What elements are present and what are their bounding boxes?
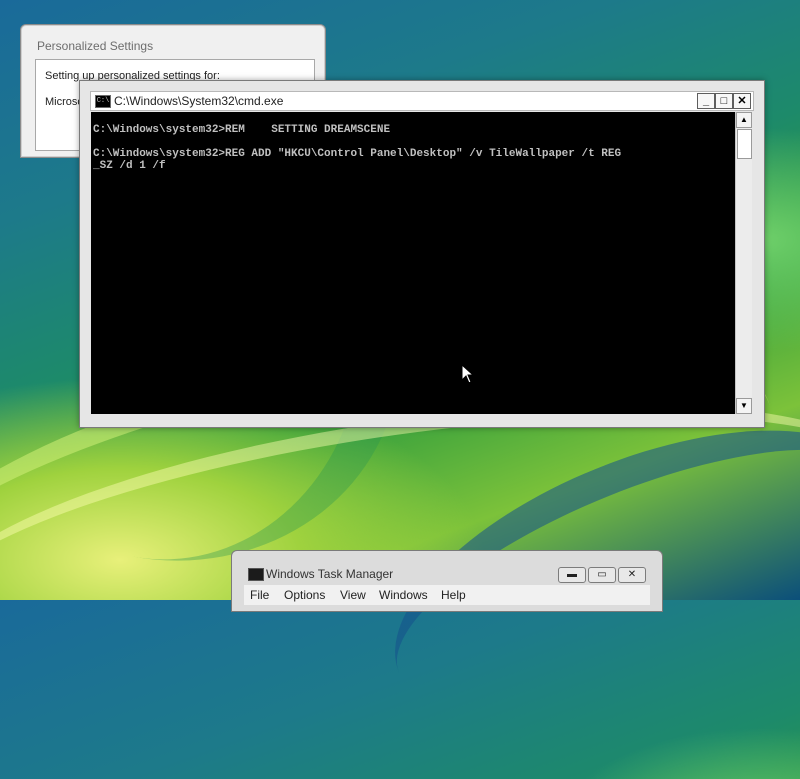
menu-bar: File Options View Windows Help: [244, 585, 650, 605]
mouse-pointer-icon: [461, 364, 475, 384]
window-title: C:\Windows\System32\cmd.exe: [114, 94, 284, 108]
minimize-button[interactable]: _: [697, 93, 715, 109]
console-output-area[interactable]: C:\Windows\system32>REM SETTING DREAMSCE…: [91, 112, 735, 414]
maximize-button[interactable]: ▭: [588, 567, 616, 583]
maximize-button[interactable]: □: [715, 93, 733, 109]
vertical-scrollbar[interactable]: ▲ ▼: [735, 112, 752, 414]
dialog-product-name: Microso: [45, 96, 84, 108]
close-button[interactable]: ✕: [733, 93, 751, 109]
cmd-window[interactable]: C:\ C:\Windows\System32\cmd.exe _ □ ✕ C:…: [79, 80, 765, 428]
minimize-button[interactable]: ▬: [558, 567, 586, 583]
console-icon: C:\: [95, 95, 111, 108]
scrollbar-thumb[interactable]: [737, 129, 752, 159]
close-button[interactable]: ✕: [618, 567, 646, 583]
scroll-down-button[interactable]: ▼: [736, 398, 752, 414]
scroll-up-button[interactable]: ▲: [736, 112, 752, 128]
task-manager-window[interactable]: Windows Task Manager ▬ ▭ ✕ File Options …: [231, 550, 663, 612]
dialog-title: Personalized Settings: [37, 39, 154, 53]
cmd-titlebar[interactable]: C:\ C:\Windows\System32\cmd.exe _ □ ✕: [90, 91, 754, 111]
console-output-text: C:\Windows\system32>REM SETTING DREAMSCE…: [93, 124, 622, 172]
task-manager-icon: [248, 568, 264, 581]
window-title: Windows Task Manager: [266, 567, 394, 581]
